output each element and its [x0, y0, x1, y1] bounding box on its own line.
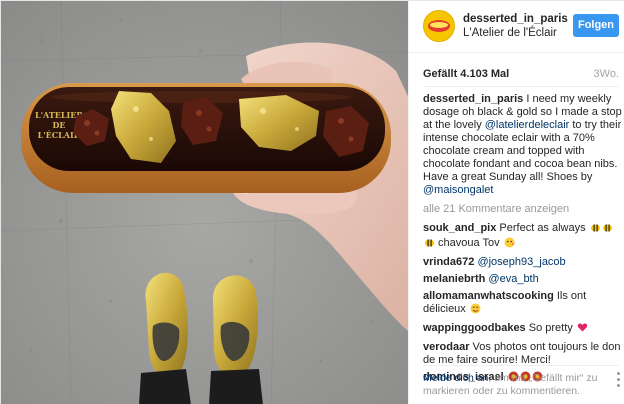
comment-username[interactable]: souk_and_pix — [423, 222, 496, 234]
divider — [423, 86, 619, 87]
bee-emoji — [590, 222, 601, 237]
eclair-photo: L'ATELIER DE L'ÉCLAIR — [1, 1, 408, 404]
kiss-emoji — [504, 237, 515, 252]
comment-item: melaniebrth @eva_bth — [423, 273, 623, 286]
comment-text-continued: chavoua Tov — [435, 237, 503, 249]
likes-count[interactable]: Gefällt 4.103 Mal — [423, 68, 509, 80]
comment-username[interactable]: melaniebrth — [423, 273, 485, 285]
comment-list: desserted_in_paris I need my weekly dosa… — [423, 93, 623, 390]
more-dots-icon[interactable] — [613, 369, 623, 399]
comment-username[interactable]: allomamanwhatscooking — [423, 290, 554, 302]
comment-text: So pretty — [525, 322, 576, 334]
comment-username[interactable]: vrinda672 — [423, 256, 474, 268]
yum-emoji — [470, 303, 481, 318]
login-prompt: Melde dich an, um mit „Gefällt mir“ zu m… — [423, 372, 608, 398]
comment-item: allomamanwhatscooking Ils ont délicieux — [423, 290, 623, 318]
comment-item: souk_and_pix Perfect as always chavoua T… — [423, 222, 623, 252]
comment-username[interactable]: wappinggoodbakes — [423, 322, 526, 334]
comment-text: Perfect as always — [496, 222, 589, 234]
post-username[interactable]: desserted_in_paris — [463, 13, 568, 25]
divider — [423, 365, 619, 366]
instagram-post-window: L'ATELIER DE L'ÉCLAIR desserted_in_paris… — [0, 0, 624, 404]
post-location[interactable]: L'Atelier de l'Éclair — [463, 27, 557, 39]
avatar-image — [424, 11, 454, 41]
bee-emoji — [602, 222, 613, 237]
comment-mention[interactable]: @joseph93_jacob — [477, 256, 565, 268]
heart-emoji — [577, 322, 588, 337]
caption: desserted_in_paris I need my weekly dosa… — [423, 93, 623, 197]
comment-item: wappinggoodbakes So pretty — [423, 322, 623, 337]
avatar[interactable] — [423, 10, 455, 42]
follow-button[interactable]: Folgen — [573, 14, 619, 37]
caption-mention-latelierdeleclair[interactable]: @latelierdeleclair — [485, 119, 570, 131]
post-stats: Gefällt 4.103 Mal 3Wo. — [423, 68, 619, 84]
caption-mention-maisongalet[interactable]: @maisongalet — [423, 184, 493, 196]
comment-item: verodaar Vos photos ont toujours le don … — [423, 341, 623, 367]
login-link[interactable]: Melde dich an — [423, 372, 488, 384]
view-all-comments-link[interactable]: alle 21 Kommentare anzeigen — [423, 203, 623, 216]
post-time[interactable]: 3Wo. — [594, 68, 619, 80]
bee-emoji — [424, 237, 435, 252]
post-header: desserted_in_paris L'Atelier de l'Éclair… — [409, 1, 624, 53]
post-photo[interactable]: L'ATELIER DE L'ÉCLAIR — [1, 1, 408, 404]
comment-mention[interactable]: @eva_bth — [488, 273, 538, 285]
eclair-logo-line2: DE — [52, 120, 65, 130]
post-side-panel: desserted_in_paris L'Atelier de l'Éclair… — [408, 1, 624, 404]
caption-username[interactable]: desserted_in_paris — [423, 93, 523, 105]
comment-username[interactable]: verodaar — [423, 341, 469, 353]
comment-item: vrinda672 @joseph93_jacob — [423, 256, 623, 269]
